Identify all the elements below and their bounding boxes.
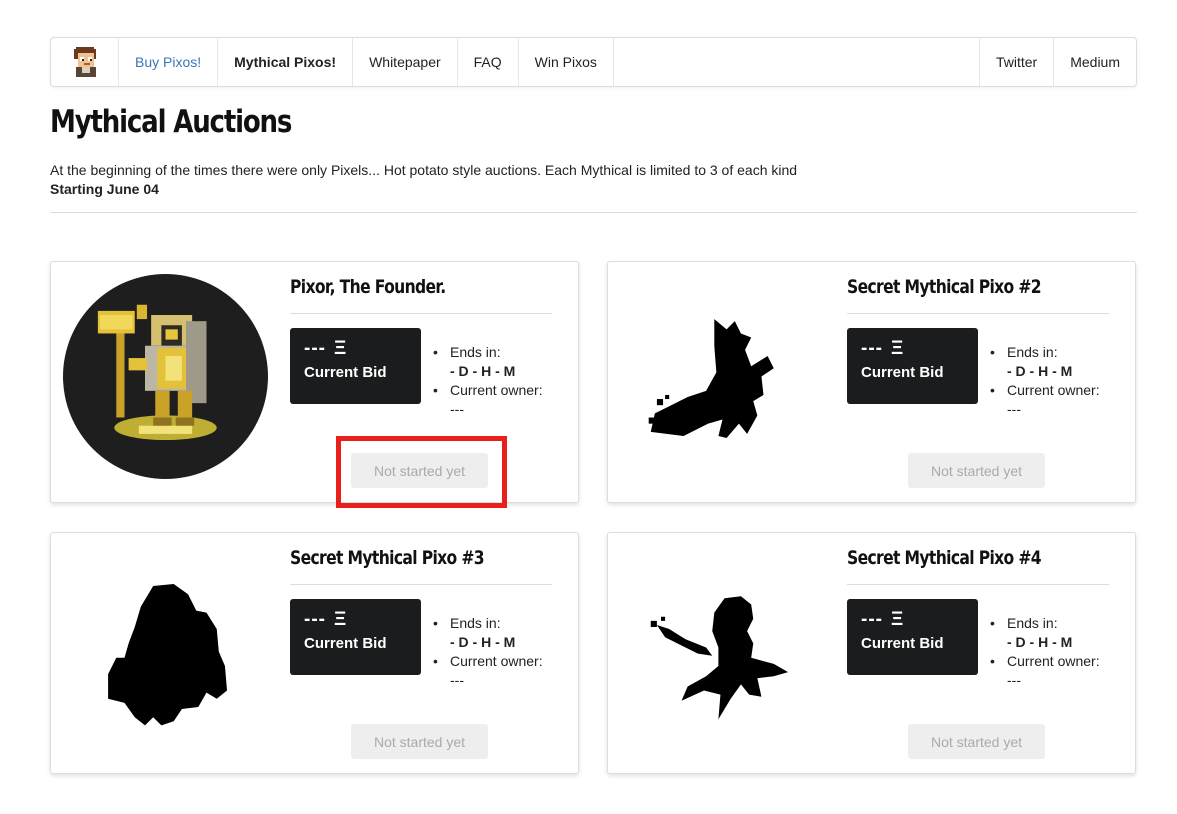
eth-icon: Ξ: [333, 609, 348, 630]
auction-card-4: Secret Mythical Pixo #4 --- Ξ Current Bid…: [607, 532, 1136, 774]
eth-icon: Ξ: [890, 609, 905, 630]
ends-value: - D - H - M: [1007, 634, 1073, 650]
eth-icon: Ξ: [333, 338, 348, 359]
nav-faq[interactable]: FAQ: [458, 38, 519, 86]
nav-whitepaper[interactable]: Whitepaper: [353, 38, 458, 86]
bullet-icon: •: [990, 382, 995, 398]
logo-link[interactable]: [51, 38, 119, 86]
card-title: Secret Mythical Pixo #4: [847, 547, 1042, 569]
card-rule: [290, 584, 552, 585]
bullet-icon: •: [433, 653, 438, 669]
ends-label: Ends in:: [1007, 615, 1058, 631]
ends-value: - D - H - M: [450, 634, 516, 650]
bullet-icon: •: [433, 615, 438, 631]
auction-card-2: Secret Mythical Pixo #2 --- Ξ Current Bid…: [607, 261, 1136, 503]
bid-amount: ---: [861, 338, 883, 359]
owner-value: ---: [450, 401, 464, 417]
nav-win-pixos[interactable]: Win Pixos: [519, 38, 614, 86]
card-title: Secret Mythical Pixo #2: [847, 276, 1042, 298]
bid-amount: ---: [304, 609, 326, 630]
bid-amount: ---: [861, 609, 883, 630]
owner-value: ---: [450, 672, 464, 688]
silhouette-blob-icon: [108, 583, 227, 726]
card-title: Secret Mythical Pixo #3: [290, 547, 485, 569]
auction-info-list: • Ends in: - D - H - M • Current owner: --…: [990, 343, 1100, 419]
not-started-button[interactable]: Not started yet: [908, 453, 1045, 488]
bullet-icon: •: [433, 344, 438, 360]
current-bid-box: --- Ξ Current Bid: [847, 328, 978, 404]
card-rule: [847, 584, 1109, 585]
bullet-icon: •: [990, 344, 995, 360]
card-rule: [290, 313, 552, 314]
bid-label: Current Bid: [304, 364, 387, 381]
golden-knight-icon: [63, 274, 268, 479]
silhouette-fox-icon: [648, 319, 774, 438]
card-title: Pixor, The Founder.: [290, 276, 446, 298]
owner-label: Current owner:: [450, 382, 543, 398]
bid-label: Current Bid: [861, 635, 944, 652]
auction-info-list: • Ends in: - D - H - M • Current owner: --…: [433, 343, 543, 419]
current-bid-box: --- Ξ Current Bid: [847, 599, 978, 675]
not-started-button[interactable]: Not started yet: [908, 724, 1045, 759]
nav-buy-pixos[interactable]: Buy Pixos!: [119, 38, 219, 86]
header-divider: [50, 212, 1137, 213]
nav-twitter[interactable]: Twitter: [978, 38, 1053, 86]
owner-label: Current owner:: [1007, 382, 1100, 398]
current-bid-box: --- Ξ Current Bid: [290, 328, 421, 404]
bullet-icon: •: [990, 615, 995, 631]
start-date-text: Starting June 04: [50, 181, 159, 197]
bullet-icon: •: [990, 653, 995, 669]
not-started-button[interactable]: Not started yet: [351, 453, 488, 488]
owner-label: Current owner:: [1007, 653, 1100, 669]
auction-card-1: Pixor, The Founder. --- Ξ Current Bid • En…: [50, 261, 579, 503]
auction-card-3: Secret Mythical Pixo #3 --- Ξ Current Bid…: [50, 532, 579, 774]
ends-label: Ends in:: [1007, 344, 1058, 360]
owner-value: ---: [1007, 672, 1021, 688]
ends-label: Ends in:: [450, 615, 501, 631]
auction-info-list: • Ends in: - D - H - M • Current owner: --…: [990, 614, 1100, 690]
owner-value: ---: [1007, 401, 1021, 417]
bid-amount: ---: [304, 338, 326, 359]
ends-label: Ends in:: [450, 344, 501, 360]
current-bid-box: --- Ξ Current Bid: [290, 599, 421, 675]
bullet-icon: •: [433, 382, 438, 398]
ends-value: - D - H - M: [450, 363, 516, 379]
bid-label: Current Bid: [861, 364, 944, 381]
not-started-button[interactable]: Not started yet: [351, 724, 488, 759]
pixo-avatar-icon: [73, 47, 96, 77]
auction-info-list: • Ends in: - D - H - M • Current owner: --…: [433, 614, 543, 690]
top-navbar: Buy Pixos! Mythical Pixos! Whitepaper FA…: [50, 37, 1137, 87]
owner-label: Current owner:: [450, 653, 543, 669]
intro-text: At the beginning of the times there were…: [50, 162, 798, 178]
eth-icon: Ξ: [890, 338, 905, 359]
card-rule: [847, 313, 1109, 314]
nav-medium[interactable]: Medium: [1053, 38, 1136, 86]
ends-value: - D - H - M: [1007, 363, 1073, 379]
bid-label: Current Bid: [304, 635, 387, 652]
page-title: Mythical Auctions: [50, 104, 292, 140]
nav-mythical-pixos[interactable]: Mythical Pixos!: [218, 38, 354, 86]
silhouette-plant-icon: [650, 596, 789, 720]
